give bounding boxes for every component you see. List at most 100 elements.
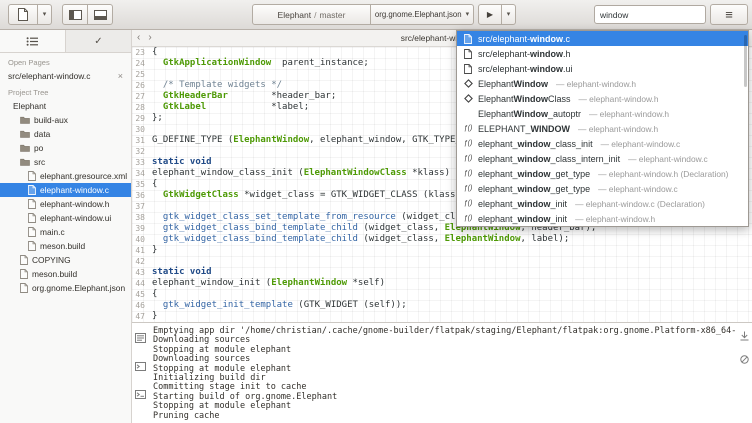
- result-name-part: WINDOW: [531, 124, 571, 134]
- toggle-left-panel-button[interactable]: [62, 4, 88, 25]
- result-name-part: elephant_: [478, 139, 518, 149]
- code-line: {: [152, 289, 752, 300]
- back-icon[interactable]: ‹: [137, 33, 140, 43]
- tree-item[interactable]: data: [0, 127, 131, 141]
- search-result[interactable]: ElephantWindowClass— elephant-window.h: [457, 91, 748, 106]
- code-token: G_DEFINE_TYPE (: [152, 135, 233, 145]
- search-result[interactable]: ElephantWindow— elephant-window.h: [457, 76, 748, 91]
- result-name-part: .c: [563, 34, 570, 44]
- code-token: {: [152, 47, 157, 57]
- tree-item[interactable]: elephant-window.ui: [0, 211, 131, 225]
- scroll-to-end-button[interactable]: [740, 331, 749, 341]
- result-icon-slot: ƒ(): [463, 140, 473, 147]
- open-recent-dropdown-button[interactable]: ▾: [37, 4, 52, 25]
- tree-item[interactable]: meson.build: [0, 239, 131, 253]
- result-name-part: window: [518, 169, 551, 179]
- sidebar-tab-project[interactable]: [0, 30, 66, 52]
- run-button[interactable]: ▶: [478, 4, 502, 25]
- menu-button[interactable]: ≡: [710, 4, 748, 25]
- search-result[interactable]: src/elephant-window.ui: [457, 61, 748, 76]
- tree-item[interactable]: main.c: [0, 225, 131, 239]
- tree-item[interactable]: src: [0, 155, 131, 169]
- tree-item[interactable]: Elephant: [0, 99, 131, 113]
- code-token: *klass): [407, 168, 450, 178]
- sidebar-tab-build-checks[interactable]: ✓: [66, 30, 131, 52]
- forward-icon[interactable]: ›: [148, 33, 151, 43]
- search-result[interactable]: src/elephant-window.h: [457, 46, 748, 61]
- tree-item[interactable]: elephant.gresource.xml: [0, 169, 131, 183]
- file-icon: [28, 227, 36, 237]
- tree-item[interactable]: meson.build: [0, 267, 131, 281]
- tree-item-label: elephant-window.ui: [40, 213, 111, 223]
- folder-icon: [20, 116, 30, 124]
- panel-tab-runtime-terminal[interactable]: [135, 390, 146, 399]
- panel-bottom-icon: [94, 10, 107, 20]
- result-name: elephant_window_class_init: [478, 139, 593, 149]
- line-number: 32: [132, 146, 145, 157]
- chevron-down-icon: ▾: [507, 11, 511, 18]
- line-number: 29: [132, 113, 145, 124]
- toggle-bottom-panel-button[interactable]: [87, 4, 113, 25]
- search-result[interactable]: ƒ()ELEPHANT_WINDOW— elephant-window.h: [457, 121, 748, 136]
- result-icon-slot: [463, 79, 473, 88]
- result-detail: — elephant-window.h: [578, 124, 658, 134]
- search-result[interactable]: ƒ()elephant_window_init— elephant-window…: [457, 211, 748, 226]
- build-config-button[interactable]: org.gnome.Elephant.json ▾: [370, 4, 474, 25]
- popup-scrollbar[interactable]: [744, 35, 747, 87]
- tree-item-label: COPYING: [32, 255, 71, 265]
- result-name-part: _init: [551, 214, 568, 224]
- code-token: [152, 190, 163, 200]
- chevron-down-icon: ▾: [43, 11, 47, 18]
- code-token: gtk_widget_class_set_template_from_resou…: [163, 212, 396, 222]
- run-options-dropdown-button[interactable]: ▾: [501, 4, 516, 25]
- tree-item[interactable]: org.gnome.Elephant.json: [0, 281, 131, 295]
- checkmark-icon: ✓: [94, 36, 102, 47]
- result-icon-slot: [463, 49, 473, 59]
- panel-tab-build-output[interactable]: [135, 333, 146, 343]
- line-numbers: 2324252627282930313233343536373839404142…: [132, 47, 148, 322]
- list-icon: [26, 36, 39, 47]
- search-result[interactable]: ƒ()elephant_window_get_type— elephant-wi…: [457, 181, 748, 196]
- tree-item[interactable]: elephant-window.c: [0, 183, 131, 197]
- tree-item[interactable]: build-aux: [0, 113, 131, 127]
- omnibar-project-button[interactable]: Elephant / master: [252, 4, 371, 25]
- code-token: elephant_window_class_init (: [152, 168, 304, 178]
- search-result[interactable]: ƒ()elephant_window_init— elephant-window…: [457, 196, 748, 211]
- clear-log-button[interactable]: [740, 355, 749, 364]
- code-token: };: [152, 113, 163, 123]
- result-detail: — elephant-window.h: [556, 79, 636, 89]
- open-document-button[interactable]: [8, 4, 38, 25]
- search-result[interactable]: ƒ()elephant_window_get_type— elephant-wi…: [457, 166, 748, 181]
- file-icon: [28, 171, 36, 181]
- result-name: elephant_window_init: [478, 214, 567, 224]
- line-number: 42: [132, 256, 145, 267]
- result-name-part: _init: [551, 199, 568, 209]
- menu-button-group: ≡: [710, 4, 748, 25]
- tree-item-label: data: [34, 129, 50, 139]
- code-token: [152, 223, 163, 233]
- open-page-item[interactable]: src/elephant-window.c ×: [0, 69, 131, 83]
- search-result[interactable]: ƒ()elephant_window_class_init— elephant-…: [457, 136, 748, 151]
- code-token: (widget_class,: [358, 223, 445, 233]
- tree-item[interactable]: elephant-window.h: [0, 197, 131, 211]
- function-icon: ƒ(): [464, 185, 473, 192]
- tree-item[interactable]: po: [0, 141, 131, 155]
- result-name-part: elephant_: [478, 199, 518, 209]
- code-token: GtkWidgetClass: [163, 190, 239, 200]
- search-result[interactable]: ElephantWindow_autoptr— elephant-window.…: [457, 106, 748, 121]
- log-line: Stopping at module elephant: [153, 402, 732, 411]
- tree-item-label: elephant.gresource.xml: [40, 171, 127, 181]
- code-line: elephant_window_init (ElephantWindow *se…: [152, 278, 752, 289]
- panel-tab-terminal[interactable]: [135, 362, 146, 371]
- code-line: [152, 256, 752, 267]
- close-icon[interactable]: ×: [118, 72, 123, 81]
- code-token: /* Template widgets */: [152, 80, 282, 90]
- function-icon: ƒ(): [464, 200, 473, 207]
- result-icon-slot: [463, 34, 473, 44]
- code-token: ElephantWindowClass: [304, 168, 407, 178]
- search-input[interactable]: [594, 5, 706, 24]
- tree-item[interactable]: COPYING: [0, 253, 131, 267]
- search-result[interactable]: ƒ()elephant_window_class_intern_init— el…: [457, 151, 748, 166]
- search-result[interactable]: src/elephant-window.c: [457, 31, 748, 46]
- line-number: 38: [132, 212, 145, 223]
